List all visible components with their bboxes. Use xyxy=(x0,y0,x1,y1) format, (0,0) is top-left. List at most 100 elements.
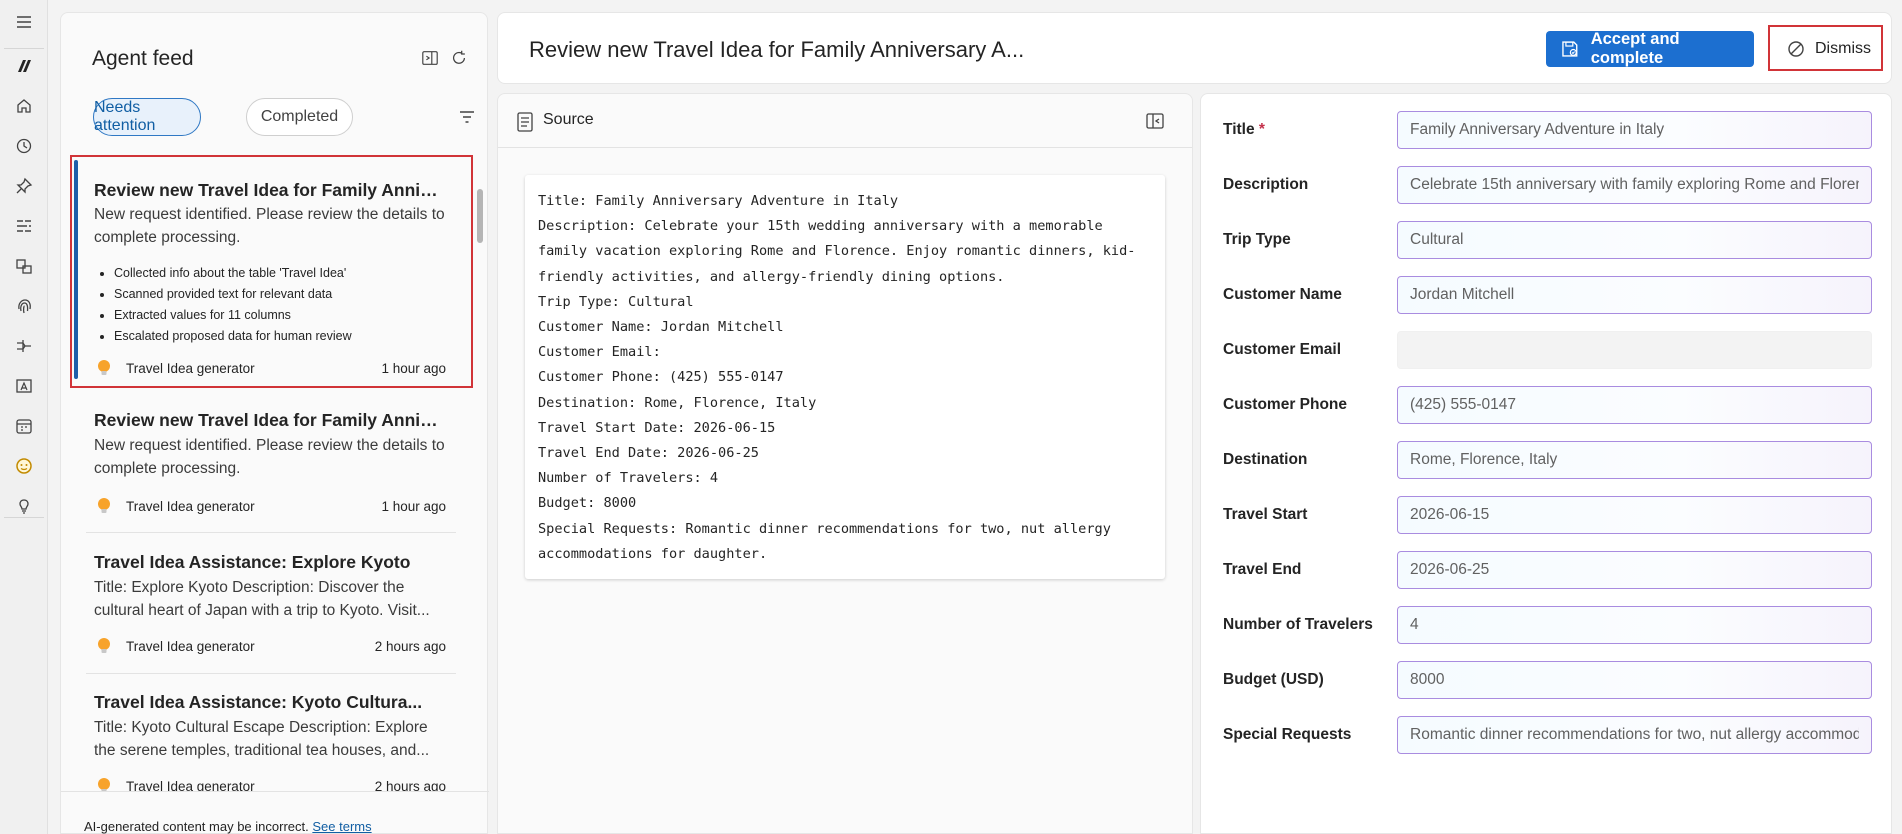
page-title: Review new Travel Idea for Family Annive… xyxy=(529,37,1025,62)
selected-indicator xyxy=(74,160,78,379)
card-time: 2 hours ago xyxy=(374,638,446,654)
lightbulb-icon xyxy=(98,498,110,513)
calendar-icon[interactable] xyxy=(12,414,36,438)
app-logo-icon[interactable] xyxy=(12,54,36,78)
field-label: Description xyxy=(1223,176,1309,193)
destination-input[interactable] xyxy=(1397,441,1872,479)
feed-card[interactable]: Travel Idea Assistance: Kyoto Cultura...… xyxy=(74,678,468,791)
feed-card[interactable]: Travel Idea Assistance: Explore Kyoto Ti… xyxy=(74,538,468,668)
flow-icon[interactable] xyxy=(12,214,36,238)
card-source: Travel Idea generator xyxy=(126,360,255,376)
collapse-source-icon[interactable] xyxy=(1145,111,1165,131)
home-icon[interactable] xyxy=(12,94,36,118)
travelers-input[interactable] xyxy=(1397,606,1872,644)
lightbulb-icon xyxy=(98,360,110,375)
field-travel-start: Travel Start xyxy=(1223,496,1883,534)
card-body: Title: Kyoto Cultural Escape Description… xyxy=(94,719,430,759)
tab-completed[interactable]: Completed xyxy=(246,98,353,136)
pin-icon[interactable] xyxy=(12,174,36,198)
field-title: Title * xyxy=(1223,111,1883,149)
card-source: Travel Idea generator xyxy=(126,778,255,792)
card-steps-list: Collected info about the table 'Travel I… xyxy=(94,263,352,347)
description-input[interactable] xyxy=(1397,166,1872,204)
agent-feed-panel: Agent feed Needs attention Completed Rev… xyxy=(60,12,489,834)
budget-input[interactable] xyxy=(1397,661,1872,699)
card-meta: Travel Idea generator 2 hours ago xyxy=(94,635,446,657)
lightbulb-icon xyxy=(98,778,110,791)
source-panel: Source Title: Family Anniversary Adventu… xyxy=(497,93,1193,834)
entities-icon[interactable] xyxy=(12,254,36,278)
app-rail xyxy=(0,0,48,834)
field-customer-email: Customer Email xyxy=(1223,331,1883,369)
accept-label: Accept and complete xyxy=(1590,30,1680,67)
menu-icon[interactable] xyxy=(12,10,36,34)
filter-icon[interactable] xyxy=(457,107,477,127)
field-label: Budget (USD) xyxy=(1223,671,1324,688)
ai-disclaimer: AI-generated content may be incorrect. S… xyxy=(84,819,372,834)
rail-divider xyxy=(4,48,44,49)
refresh-icon[interactable] xyxy=(448,47,470,69)
save-icon xyxy=(1562,41,1578,57)
card-title: Travel Idea Assistance: Explore Kyoto xyxy=(94,552,411,572)
agent-icon[interactable] xyxy=(12,454,36,478)
card-source: Travel Idea generator xyxy=(126,498,255,514)
ideas-icon[interactable] xyxy=(12,494,36,518)
card-divider xyxy=(86,673,456,674)
card-meta: Travel Idea generator 1 hour ago xyxy=(94,495,446,517)
special-requests-input[interactable] xyxy=(1397,716,1872,754)
card-time: 1 hour ago xyxy=(381,360,446,376)
card-source: Travel Idea generator xyxy=(126,638,255,654)
customer-phone-input[interactable] xyxy=(1397,386,1872,424)
review-header: Review new Travel Idea for Family Annive… xyxy=(497,12,1892,84)
card-body: New request identified. Please review th… xyxy=(94,206,445,246)
title-input[interactable] xyxy=(1397,111,1872,149)
travel-end-input[interactable] xyxy=(1397,551,1872,589)
fingerprint-icon[interactable] xyxy=(12,294,36,318)
card-meta: Travel Idea generator 1 hour ago xyxy=(94,357,446,379)
field-number-of-travelers: Number of Travelers xyxy=(1223,606,1883,644)
connector-icon[interactable] xyxy=(12,334,36,358)
collapse-panel-icon[interactable] xyxy=(419,47,441,69)
card-title: Review new Travel Idea for Family Annive… xyxy=(94,180,446,200)
extracted-fields-form: Title * Description Trip Type Customer N… xyxy=(1200,93,1892,834)
lightbulb-icon xyxy=(98,638,110,653)
footer-divider xyxy=(61,791,489,792)
feed-scrollbar[interactable] xyxy=(477,189,483,243)
card-body: Title: Explore Kyoto Description: Discov… xyxy=(94,579,430,619)
required-marker: * xyxy=(1258,121,1265,138)
field-destination: Destination xyxy=(1223,441,1883,479)
field-special-requests: Special Requests xyxy=(1223,716,1883,754)
form-icon[interactable] xyxy=(12,374,36,398)
prohibited-icon xyxy=(1788,41,1804,57)
field-label: Travel End xyxy=(1223,561,1302,578)
trip-type-input[interactable] xyxy=(1397,221,1872,259)
field-label: Customer Phone xyxy=(1223,396,1348,413)
source-text: Title: Family Anniversary Adventure in I… xyxy=(525,175,1165,579)
field-label: Special Requests xyxy=(1223,726,1352,743)
disclaimer-text: AI-generated content may be incorrect. xyxy=(84,819,309,834)
dismiss-button[interactable]: Dismiss xyxy=(1774,31,1877,67)
travel-start-input[interactable] xyxy=(1397,496,1872,534)
accept-and-complete-button[interactable]: Accept and complete xyxy=(1546,30,1754,67)
card-time: 1 hour ago xyxy=(381,498,446,514)
dismiss-label: Dismiss xyxy=(1815,40,1871,57)
feed-card[interactable]: Review new Travel Idea for Family Annive… xyxy=(74,398,468,518)
field-budget: Budget (USD) xyxy=(1223,661,1883,699)
recent-icon[interactable] xyxy=(12,134,36,158)
field-label: Title * xyxy=(1223,121,1265,138)
field-customer-phone: Customer Phone xyxy=(1223,386,1883,424)
customer-name-input[interactable] xyxy=(1397,276,1872,314)
card-step: Scanned provided text for relevant data xyxy=(94,284,352,305)
field-label: Destination xyxy=(1223,451,1308,468)
tab-needs-attention[interactable]: Needs attention xyxy=(93,98,201,136)
source-header: Source xyxy=(498,94,1192,148)
customer-email-input[interactable] xyxy=(1397,331,1872,369)
field-label: Customer Email xyxy=(1223,341,1342,358)
see-terms-link[interactable]: See terms xyxy=(312,819,371,834)
field-label: Number of Travelers xyxy=(1223,616,1373,633)
card-title: Travel Idea Assistance: Kyoto Cultura... xyxy=(94,692,423,712)
field-customer-name: Customer Name xyxy=(1223,276,1883,314)
card-body: New request identified. Please review th… xyxy=(94,437,445,477)
feed-card[interactable]: Review new Travel Idea for Family Annive… xyxy=(74,158,468,383)
card-step: Escalated proposed data for human review xyxy=(94,326,352,347)
